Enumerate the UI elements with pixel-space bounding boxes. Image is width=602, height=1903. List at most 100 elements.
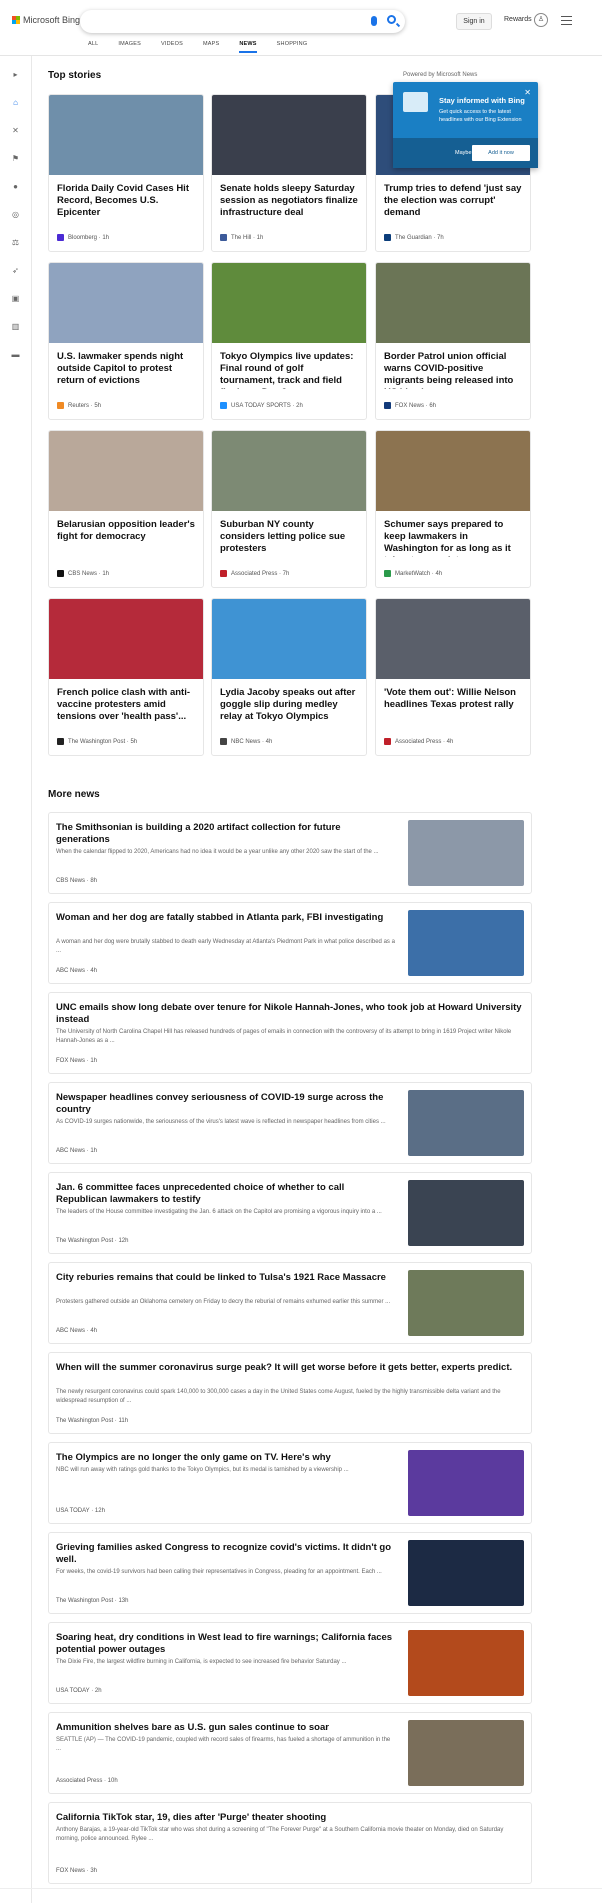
news-list-item[interactable]: The Smithsonian is building a 2020 artif…: [48, 812, 532, 894]
story-title[interactable]: Tokyo Olympics live updates: Final round…: [212, 343, 366, 389]
location-pin-icon[interactable]: ●: [11, 182, 20, 191]
story-image[interactable]: [49, 263, 203, 343]
publisher-logo-icon: [384, 738, 391, 745]
news-title[interactable]: Ammunition shelves bare as U.S. gun sale…: [56, 1722, 396, 1734]
news-title[interactable]: The Olympics are no longer the only game…: [56, 1452, 396, 1464]
story-card[interactable]: Belarusian opposition leader's fight for…: [48, 430, 204, 588]
story-card[interactable]: Florida Daily Covid Cases Hit Record, Be…: [48, 94, 204, 252]
story-image[interactable]: [212, 431, 366, 511]
rewards-link[interactable]: Rewards: [504, 16, 532, 23]
story-image[interactable]: [376, 263, 530, 343]
story-card[interactable]: Lydia Jacoby speaks out after goggle sli…: [211, 598, 367, 756]
story-image[interactable]: [49, 95, 203, 175]
story-image[interactable]: [212, 599, 366, 679]
story-title[interactable]: Lydia Jacoby speaks out after goggle sli…: [212, 679, 366, 725]
close-icon[interactable]: ✕: [524, 88, 531, 97]
news-title[interactable]: When will the summer coronavirus surge p…: [56, 1362, 524, 1374]
story-card[interactable]: Tokyo Olympics live updates: Final round…: [211, 262, 367, 420]
story-title[interactable]: Schumer says prepared to keep lawmakers …: [376, 511, 530, 557]
story-title[interactable]: Florida Daily Covid Cases Hit Record, Be…: [49, 175, 203, 221]
news-title[interactable]: UNC emails show long debate over tenure …: [56, 1002, 524, 1026]
news-thumbnail[interactable]: [408, 820, 524, 886]
news-thumbnail[interactable]: [408, 1720, 524, 1786]
tab-shopping[interactable]: SHOPPING: [277, 41, 308, 53]
story-source: Associated Press · 4h: [384, 738, 453, 745]
tab-news[interactable]: NEWS: [239, 41, 257, 53]
news-list-item[interactable]: Ammunition shelves bare as U.S. gun sale…: [48, 1712, 532, 1794]
card-icon[interactable]: ▬: [11, 350, 20, 359]
news-thumbnail[interactable]: [408, 910, 524, 976]
tab-videos[interactable]: VIDEOS: [161, 41, 183, 53]
news-thumbnail[interactable]: [408, 1450, 524, 1516]
search-icon[interactable]: [387, 15, 396, 24]
news-thumbnail[interactable]: [408, 1630, 524, 1696]
story-title[interactable]: Senate holds sleepy Saturday session as …: [212, 175, 366, 221]
story-image[interactable]: [376, 599, 530, 679]
rocket-icon[interactable]: ➶: [11, 266, 20, 275]
story-card[interactable]: Suburban NY county considers letting pol…: [211, 430, 367, 588]
publisher-logo-icon: [220, 738, 227, 745]
story-card[interactable]: French police clash with anti-vaccine pr…: [48, 598, 204, 756]
news-thumbnail[interactable]: [408, 1270, 524, 1336]
story-card[interactable]: Schumer says prepared to keep lawmakers …: [375, 430, 531, 588]
film-icon[interactable]: ▣: [11, 294, 20, 303]
story-card[interactable]: 'Vote them out': Willie Nelson headlines…: [375, 598, 531, 756]
tools-icon[interactable]: ✕: [11, 126, 20, 135]
story-title[interactable]: Trump tries to defend 'just say the elec…: [376, 175, 530, 221]
news-title[interactable]: Soaring heat, dry conditions in West lea…: [56, 1632, 396, 1656]
news-list-item[interactable]: UNC emails show long debate over tenure …: [48, 992, 532, 1074]
tab-images[interactable]: IMAGES: [118, 41, 141, 53]
globe-icon[interactable]: ◎: [11, 210, 20, 219]
story-card[interactable]: Senate holds sleepy Saturday session as …: [211, 94, 367, 252]
story-image[interactable]: [212, 263, 366, 343]
news-list-item[interactable]: City reburies remains that could be link…: [48, 1262, 532, 1344]
search-input[interactable]: [80, 10, 405, 33]
news-thumbnail[interactable]: [408, 1180, 524, 1246]
story-title[interactable]: Belarusian opposition leader's fight for…: [49, 511, 203, 557]
source-label: ABC News · 4h: [56, 1328, 98, 1334]
bank-icon[interactable]: ▥: [11, 322, 20, 331]
news-title[interactable]: Grieving families asked Congress to reco…: [56, 1542, 396, 1566]
tab-all[interactable]: ALL: [88, 41, 98, 53]
news-list-item[interactable]: Newspaper headlines convey seriousness o…: [48, 1082, 532, 1164]
rewards-trophy-icon[interactable]: ♙: [534, 13, 548, 27]
flag-icon[interactable]: ⚑: [11, 154, 20, 163]
news-thumbnail[interactable]: [408, 1090, 524, 1156]
story-image[interactable]: [49, 599, 203, 679]
news-list-item[interactable]: Woman and her dog are fatally stabbed in…: [48, 902, 532, 984]
news-list-item[interactable]: Soaring heat, dry conditions in West lea…: [48, 1622, 532, 1704]
news-thumbnail[interactable]: [408, 1540, 524, 1606]
home-icon[interactable]: ⌂: [11, 98, 20, 107]
story-image[interactable]: [376, 431, 530, 511]
story-title[interactable]: Suburban NY county considers letting pol…: [212, 511, 366, 557]
microphone-icon[interactable]: [371, 16, 377, 26]
news-title[interactable]: Newspaper headlines convey seriousness o…: [56, 1092, 396, 1116]
story-card[interactable]: U.S. lawmaker spends night outside Capit…: [48, 262, 204, 420]
news-list-item[interactable]: The Olympics are no longer the only game…: [48, 1442, 532, 1524]
publisher-logo-icon: [57, 570, 64, 577]
add-it-now-button[interactable]: Add it now: [472, 145, 530, 161]
story-image[interactable]: [49, 431, 203, 511]
story-title[interactable]: Border Patrol union official warns COVID…: [376, 343, 530, 389]
story-title[interactable]: 'Vote them out': Willie Nelson headlines…: [376, 679, 530, 725]
news-list-item[interactable]: California TikTok star, 19, dies after '…: [48, 1802, 532, 1884]
news-list-item[interactable]: Jan. 6 committee faces unprecedented cho…: [48, 1172, 532, 1254]
tab-maps[interactable]: MAPS: [203, 41, 219, 53]
story-title[interactable]: French police clash with anti-vaccine pr…: [49, 679, 203, 725]
story-image[interactable]: [212, 95, 366, 175]
news-title[interactable]: Jan. 6 committee faces unprecedented cho…: [56, 1182, 396, 1206]
sign-in-button[interactable]: Sign in: [456, 13, 492, 30]
news-list-item[interactable]: When will the summer coronavirus surge p…: [48, 1352, 532, 1434]
news-list-item[interactable]: Grieving families asked Congress to reco…: [48, 1532, 532, 1614]
news-title[interactable]: California TikTok star, 19, dies after '…: [56, 1812, 524, 1824]
story-title[interactable]: U.S. lawmaker spends night outside Capit…: [49, 343, 203, 389]
story-card[interactable]: Border Patrol union official warns COVID…: [375, 262, 531, 420]
scales-icon[interactable]: ⚖: [11, 238, 20, 247]
news-snippet: The leaders of the House committee inves…: [56, 1209, 382, 1215]
news-title[interactable]: City reburies remains that could be link…: [56, 1272, 396, 1284]
bing-logo[interactable]: Microsoft Bing: [12, 15, 80, 25]
news-title[interactable]: Woman and her dog are fatally stabbed in…: [56, 912, 396, 924]
expand-chevron-icon[interactable]: ▸: [11, 70, 20, 79]
news-title[interactable]: The Smithsonian is building a 2020 artif…: [56, 822, 396, 846]
menu-icon[interactable]: [561, 16, 572, 28]
